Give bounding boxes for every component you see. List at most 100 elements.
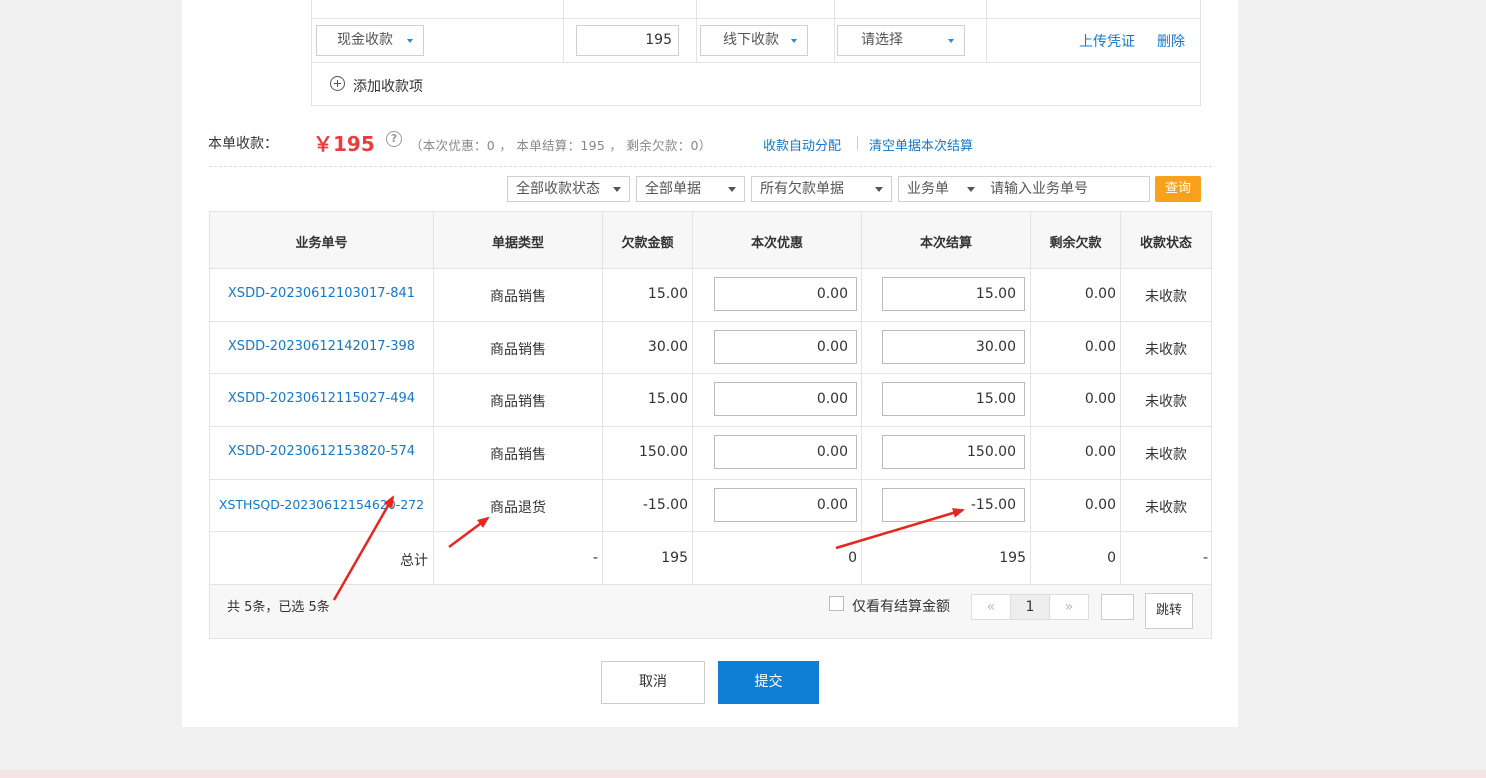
only-settled-label: 仅看有结算金额 (852, 599, 950, 615)
total-remaining-cell: 0 (1107, 550, 1116, 566)
status-filter-value: 全部收款状态 (516, 181, 600, 197)
receipt-detail: （本次优惠：0 ， 本单结算：195 ， 剩余欠款：0） (410, 138, 712, 153)
total-label: 总计 (400, 553, 428, 569)
column-header: 业务单号 (295, 236, 348, 251)
doc-type-filter-value: 全部单据 (645, 181, 701, 197)
caret-down-icon (875, 187, 883, 192)
doc-type-cell: 商品销售 (490, 289, 546, 305)
column-header: 剩余欠款 (1049, 236, 1102, 251)
discount-input[interactable]: 0.00 (714, 488, 857, 522)
payment-channel-value: 线下收款 (723, 32, 779, 48)
doc-type-cell: 商品销售 (490, 447, 546, 463)
payment-account-placeholder: 请选择 (861, 32, 903, 48)
settlement-input[interactable]: -15.00 (882, 488, 1025, 522)
doc-type-cell: 商品销售 (490, 394, 546, 410)
divider (210, 373, 1211, 374)
remaining-debt-cell: 0.00 (1084, 444, 1116, 460)
payment-method-select[interactable]: 现金收款 (316, 25, 424, 56)
order-number-link[interactable]: XSDD-20230612103017-841 (210, 286, 433, 301)
clear-settlement-link[interactable]: 清空单据本次结算 (869, 135, 973, 154)
payment-account-select[interactable]: 请选择 (837, 25, 965, 56)
discount-input[interactable]: 0.00 (714, 277, 857, 311)
divider (210, 321, 1211, 322)
debt-amount-cell: 15.00 (647, 391, 688, 407)
status-cell: 未收款 (1145, 289, 1187, 305)
plus-circle-icon[interactable] (330, 76, 345, 91)
caret-down-icon (407, 39, 413, 43)
debt-filter-value: 所有欠款单据 (760, 181, 844, 197)
payment-method-value: 现金收款 (337, 32, 393, 48)
help-icon[interactable]: ? (386, 131, 402, 147)
divider (696, 0, 697, 62)
divider (210, 479, 1211, 480)
debt-filter-select[interactable]: 所有欠款单据 (751, 176, 892, 202)
caret-down-icon (791, 39, 797, 43)
total-discount-cell: 0 (848, 550, 857, 566)
page-number-button[interactable]: 1 (1010, 594, 1050, 620)
debt-amount-cell: 30.00 (647, 339, 688, 355)
divider (210, 268, 1211, 269)
discount-input[interactable]: 0.00 (714, 330, 857, 364)
total-status-cell: - (1202, 550, 1208, 566)
settlement-input[interactable]: 30.00 (882, 330, 1025, 364)
order-search-input[interactable] (982, 176, 1150, 202)
order-number-link[interactable]: XSTHSQD-20230612154620-272 (210, 497, 433, 512)
debt-amount-cell: -15.00 (642, 497, 688, 513)
caret-down-icon (967, 187, 975, 192)
debt-amount-cell: 150.00 (639, 444, 688, 460)
next-page-button[interactable]: » (1049, 594, 1089, 620)
remaining-debt-cell: 0.00 (1084, 339, 1116, 355)
status-filter-select[interactable]: 全部收款状态 (507, 176, 630, 202)
search-field-value: 业务单 (907, 181, 949, 197)
doc-type-cell: 商品退货 (490, 500, 546, 516)
query-button[interactable]: 查询 (1155, 176, 1201, 202)
submit-button[interactable]: 提交 (718, 661, 819, 704)
only-settled-checkbox[interactable] (829, 596, 844, 611)
payment-channel-select[interactable]: 线下收款 (700, 25, 808, 56)
receivables-table: 业务单号 单据类型 欠款金额 本次优惠 本次结算 剩余欠款 收款状态 XSDD-… (209, 211, 1212, 639)
total-type-cell: - (592, 550, 598, 566)
divider (209, 166, 1212, 167)
column-header: 收款状态 (1139, 236, 1192, 251)
payment-amount-input[interactable]: 195 (576, 25, 679, 56)
divider (210, 584, 1211, 585)
status-cell: 未收款 (1145, 447, 1187, 463)
order-number-link[interactable]: XSDD-20230612115027-494 (210, 391, 433, 406)
order-number-link[interactable]: XSDD-20230612153820-574 (210, 444, 433, 459)
page-bottom-strip (0, 770, 1486, 778)
debt-amount-cell: 15.00 (647, 286, 688, 302)
doc-type-cell: 商品销售 (490, 342, 546, 358)
settlement-input[interactable]: 15.00 (882, 382, 1025, 416)
auto-allocate-link[interactable]: 收款自动分配 (763, 135, 841, 154)
divider (210, 426, 1211, 427)
divider (857, 136, 858, 150)
remaining-debt-cell: 0.00 (1084, 391, 1116, 407)
settlement-input[interactable]: 150.00 (882, 435, 1025, 469)
caret-down-icon (948, 39, 954, 43)
total-settlement-cell: 195 (999, 550, 1026, 566)
receipt-label: 本单收款： (208, 136, 278, 152)
status-cell: 未收款 (1145, 394, 1187, 410)
upload-voucher-link[interactable]: 上传凭证 (1079, 31, 1135, 51)
discount-input[interactable]: 0.00 (714, 382, 857, 416)
settlement-input[interactable]: 15.00 (882, 277, 1025, 311)
jump-button[interactable]: 跳转 (1145, 593, 1193, 629)
column-header: 欠款金额 (621, 236, 674, 251)
total-debt-cell: 195 (661, 550, 688, 566)
prev-page-button[interactable]: « (971, 594, 1011, 620)
column-header: 本次结算 (919, 236, 972, 251)
caret-down-icon (613, 187, 621, 192)
caret-down-icon (728, 187, 736, 192)
add-payment-item-button[interactable]: 添加收款项 (353, 76, 423, 96)
doc-type-filter-select[interactable]: 全部单据 (636, 176, 745, 202)
status-cell: 未收款 (1145, 500, 1187, 516)
column-header: 本次优惠 (750, 236, 803, 251)
cancel-button[interactable]: 取消 (601, 661, 705, 704)
column-header: 单据类型 (491, 236, 544, 251)
page-jump-input[interactable] (1101, 594, 1134, 620)
order-number-link[interactable]: XSDD-20230612142017-398 (210, 339, 433, 354)
divider (834, 0, 835, 62)
divider (210, 531, 1211, 532)
discount-input[interactable]: 0.00 (714, 435, 857, 469)
delete-link[interactable]: 删除 (1157, 31, 1185, 51)
